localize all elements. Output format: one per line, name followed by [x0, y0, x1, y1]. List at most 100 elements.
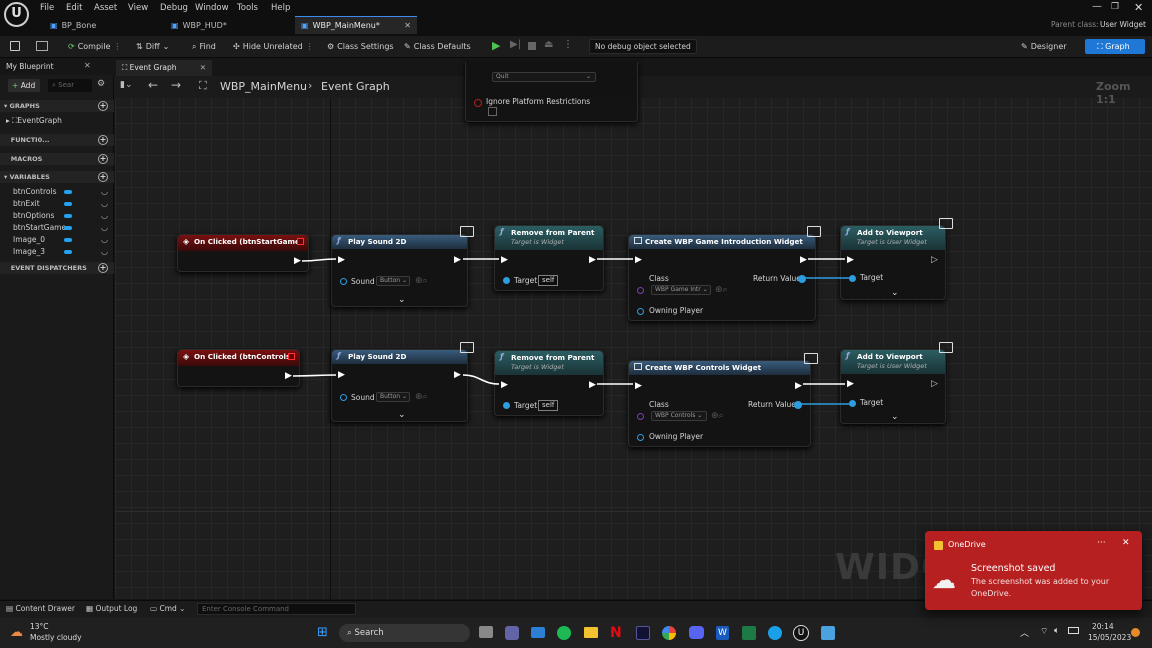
settings-gear-icon[interactable]: ⚙ — [97, 79, 105, 89]
sound-combo[interactable]: Button ⌄ — [376, 276, 410, 286]
eye-icon[interactable]: ◡ — [101, 223, 111, 232]
temperature[interactable]: 13°C — [30, 622, 49, 631]
quit-game-node[interactable]: Quit ⌄ Ignore Platform Restrictions — [465, 62, 638, 122]
step-icon[interactable]: ▶| — [510, 39, 521, 50]
tab-wbp-hud[interactable]: ▣ WBP_HUD* — [165, 16, 293, 34]
parent-class-value[interactable]: User Widget — [1100, 20, 1146, 29]
exec-in-pin[interactable]: ▶ — [635, 381, 642, 391]
close-tab-icon[interactable]: ✕ — [404, 21, 411, 30]
stop-icon[interactable] — [528, 42, 536, 50]
weather-condition[interactable]: Mostly cloudy — [30, 633, 82, 642]
owning-player-pin-icon[interactable] — [637, 308, 644, 315]
hide-unrelated-button[interactable]: ✣ Hide Unrelated ⋮ — [233, 39, 314, 54]
play-sound-2d-node[interactable]: Play Sound 2D ƒ ▶ ▶ Sound Button ⌄ ⊕⌕ ⌄ — [331, 226, 474, 307]
bool-pin-icon[interactable] — [474, 99, 482, 107]
event-graph-item[interactable]: ▸ ⛶EventGraph — [6, 116, 62, 126]
volume-icon[interactable]: 🔈︎ — [1054, 626, 1059, 636]
expand-chevron-icon[interactable]: ⌄ — [891, 288, 899, 298]
eject-icon[interactable]: ⏏ — [544, 39, 553, 50]
target-pin-icon[interactable] — [503, 402, 510, 409]
variable-item[interactable]: btnControls ◡ — [13, 186, 113, 197]
variable-item[interactable]: btnStartGame ◡ — [13, 222, 113, 233]
menu-file[interactable]: File — [40, 3, 54, 13]
save-icon[interactable] — [10, 41, 20, 51]
menu-edit[interactable]: Edit — [66, 3, 82, 13]
return-value-pin-icon[interactable] — [794, 401, 802, 409]
exec-in-pin[interactable]: ▶ — [635, 255, 642, 265]
browse-asset-icon[interactable]: ⊕⌕ — [415, 276, 428, 286]
wifi-icon[interactable]: ⌔ — [1040, 626, 1048, 637]
menu-view[interactable]: View — [128, 3, 148, 13]
add-to-viewport-node[interactable]: Add to Viewport Target is User Widget ƒ … — [840, 218, 953, 300]
event-dispatchers-section-header[interactable]: EVENT DISPATCHERS + — [0, 262, 114, 274]
menu-window[interactable]: Window — [195, 3, 229, 13]
sound-pin-icon[interactable] — [340, 394, 347, 401]
search-input[interactable]: ⌕ Sear — [48, 79, 92, 92]
exec-out-pin[interactable]: ▷ — [931, 379, 938, 389]
ignore-platform-checkbox[interactable] — [488, 107, 497, 116]
browse-icon[interactable] — [36, 41, 48, 51]
menu-asset[interactable]: Asset — [94, 3, 117, 13]
eye-icon[interactable]: ◡ — [101, 211, 111, 220]
sound-pin-icon[interactable] — [340, 278, 347, 285]
taskbar-search-box[interactable]: ⌕ Search — [339, 624, 470, 642]
class-pin-icon[interactable] — [637, 287, 644, 294]
spotify-icon[interactable] — [557, 626, 571, 640]
variable-item[interactable]: btnExit ◡ — [13, 198, 113, 209]
exec-in-pin[interactable]: ▶ — [338, 255, 345, 265]
class-pin-icon[interactable] — [637, 413, 644, 420]
photos-icon[interactable] — [821, 626, 835, 640]
teams-icon[interactable] — [505, 626, 519, 640]
browse-asset-icon[interactable]: ⊕⌕ — [711, 411, 724, 421]
blueprint-name-crumb[interactable]: WBP_MainMenu — [220, 80, 307, 93]
owning-player-pin-icon[interactable] — [637, 434, 644, 441]
diff-button[interactable]: ⇅ Diff ⌄ — [136, 39, 169, 54]
clock-date[interactable]: 15/05/2023 — [1088, 633, 1131, 642]
content-drawer-button[interactable]: ▤ Content Drawer — [6, 604, 75, 613]
compile-button[interactable]: ⟳ Compile ⋮ — [68, 39, 121, 54]
target-pin-icon[interactable] — [849, 275, 856, 282]
task-view-icon[interactable] — [479, 626, 493, 638]
class-settings-button[interactable]: ⚙ Class Settings — [327, 39, 394, 54]
tray-chevron-up-icon[interactable]: ︿ — [1020, 626, 1029, 639]
exec-out-pin[interactable]: ▶ — [800, 255, 807, 265]
play-icon[interactable]: ▶ — [492, 39, 500, 52]
find-button[interactable]: ⌕ Find — [192, 39, 216, 54]
sound-combo[interactable]: Button ⌄ — [376, 392, 410, 402]
forward-arrow-icon[interactable]: → — [171, 78, 181, 92]
netflix-icon[interactable]: N — [610, 625, 622, 641]
tab-wbp-mainmenu[interactable]: ▣ WBP_MainMenu* ✕ — [295, 16, 417, 34]
delegate-pin-icon[interactable] — [297, 238, 304, 245]
mail-icon[interactable] — [531, 627, 545, 638]
expand-chevron-icon[interactable]: ⌄ — [398, 295, 406, 305]
my-blueprint-tab[interactable]: My Blueprint — [6, 62, 54, 71]
return-value-pin-icon[interactable] — [798, 275, 806, 283]
exec-in-pin[interactable]: ▶ — [501, 380, 508, 390]
onedrive-notification[interactable]: OneDrive ··· ✕ ☁ Screenshot saved The sc… — [925, 531, 1142, 610]
exec-in-pin[interactable]: ▶ — [338, 370, 345, 380]
back-arrow-icon[interactable]: ← — [148, 78, 158, 92]
class-combo[interactable]: WBP Controls ⌄ — [651, 411, 707, 421]
disney-plus-icon[interactable] — [636, 626, 650, 640]
eye-icon[interactable]: ◡ — [101, 187, 111, 196]
add-macro-icon[interactable]: + — [98, 154, 108, 164]
graphs-section-header[interactable]: ▾ GRAPHS + — [0, 100, 114, 112]
exec-in-pin[interactable]: ▶ — [847, 255, 854, 265]
debug-object-dropdown[interactable]: No debug object selected ⌄ — [589, 39, 697, 64]
add-graph-icon[interactable]: + — [98, 101, 108, 111]
exec-out-pin[interactable]: ▶ — [589, 380, 596, 390]
windows-start-icon[interactable]: ⊞ — [317, 626, 331, 640]
create-controls-widget-node[interactable]: Create WBP Controls Widget ▶ ▶ Class WBP… — [628, 353, 818, 447]
tab-bp-bone[interactable]: ▣ BP_Bone — [44, 16, 164, 34]
exec-out-pin[interactable]: ▶ — [454, 255, 461, 265]
variable-item[interactable]: Image_3 ◡ — [13, 246, 113, 257]
exec-out-pin[interactable]: ▷ — [931, 255, 938, 265]
variables-section-header[interactable]: ▾ VARIABLES + — [0, 171, 114, 183]
delegate-pin-icon[interactable] — [288, 353, 295, 360]
tab-event-graph[interactable]: ⛶ Event Graph ✕ — [116, 60, 212, 76]
maximize-button[interactable]: ❐ — [1111, 2, 1119, 12]
discord-icon[interactable] — [689, 626, 704, 639]
target-self-field[interactable]: self — [538, 275, 559, 286]
word-icon[interactable]: W — [716, 626, 729, 640]
class-combo[interactable]: WBP Game Intr ⌄ — [651, 285, 711, 295]
